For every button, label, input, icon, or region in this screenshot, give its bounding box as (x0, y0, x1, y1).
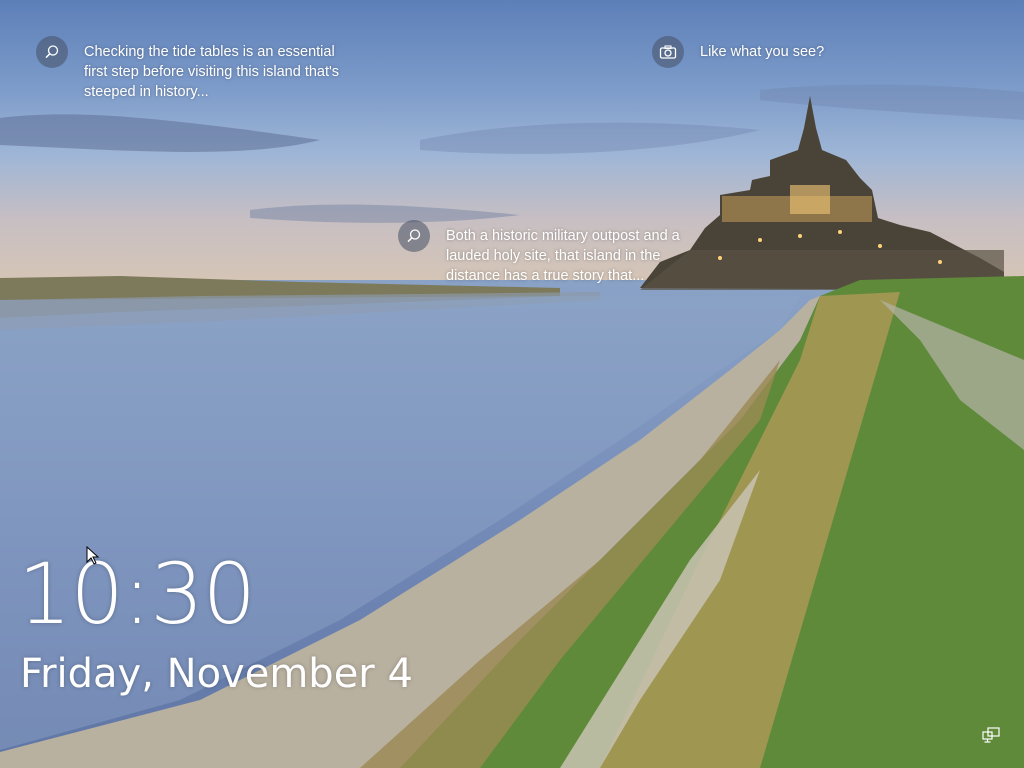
clock-time: 10:30 (18, 545, 256, 643)
spotlight-like-what-you-see[interactable]: Like what you see? (652, 36, 872, 68)
network-icon[interactable] (982, 727, 1000, 743)
spotlight-hint-island[interactable]: Both a historic military outpost and a l… (398, 220, 698, 286)
hint-text: Checking the tide tables is an essential… (84, 44, 340, 100)
lock-screen[interactable]: Checking the tide tables is an essential… (0, 0, 1024, 768)
mouse-cursor-icon (86, 546, 100, 565)
hint-text: Both a historic military outpost and a l… (446, 228, 680, 284)
hint-text: Like what you see? (700, 44, 825, 60)
spotlight-hint-tide[interactable]: Checking the tide tables is an essential… (36, 36, 356, 102)
camera-icon (652, 36, 684, 68)
search-icon (36, 36, 68, 68)
search-icon (398, 220, 430, 252)
clock-date: Friday, November 4 (20, 651, 413, 697)
